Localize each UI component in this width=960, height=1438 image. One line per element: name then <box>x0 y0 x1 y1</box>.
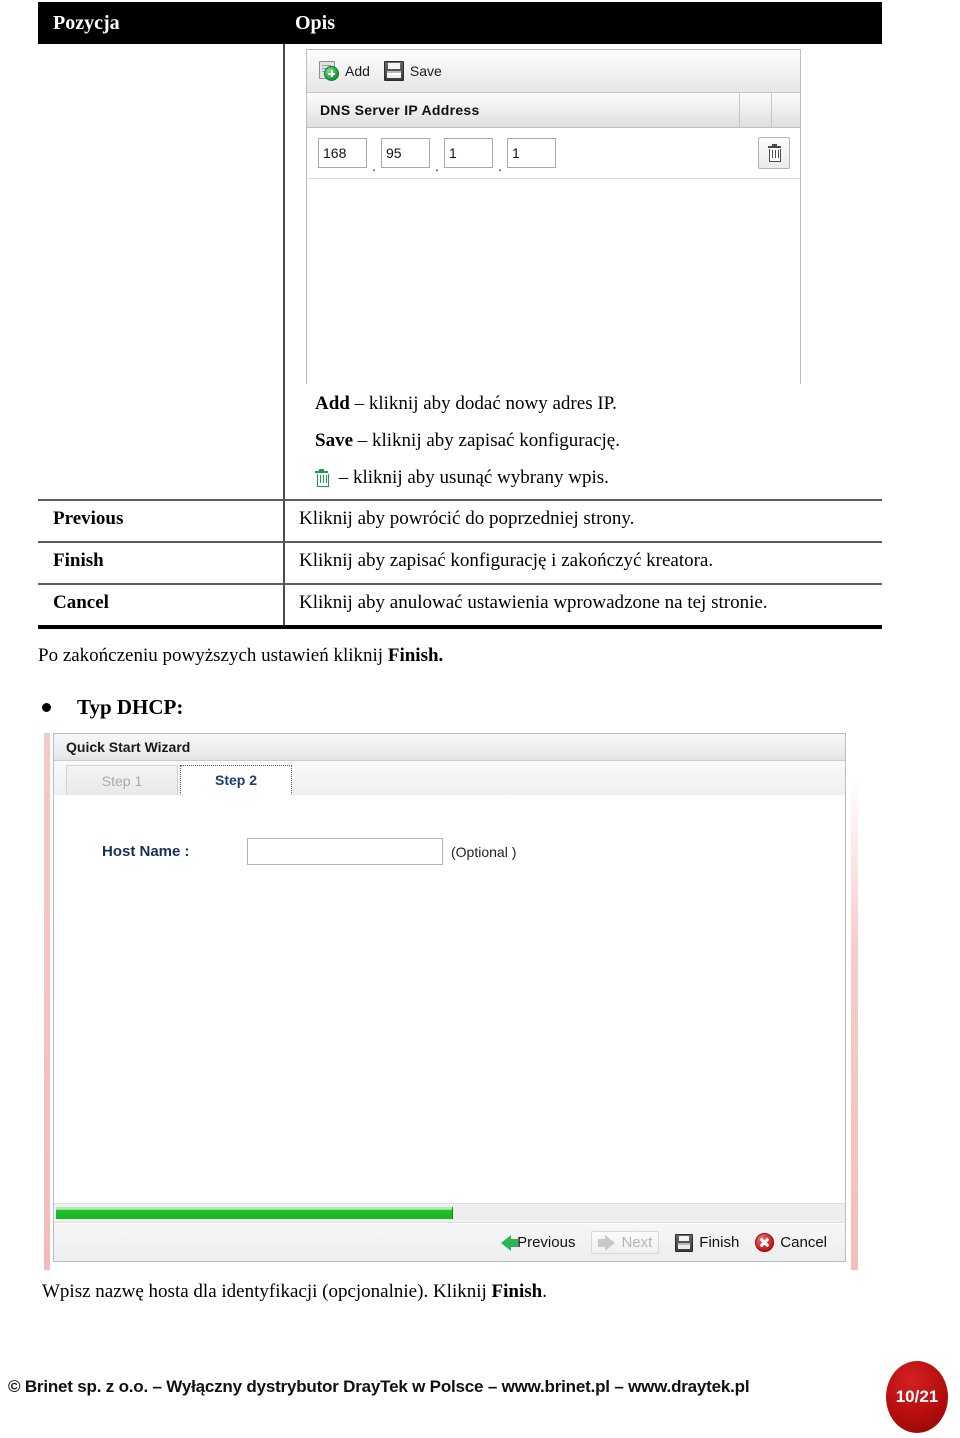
trash-icon <box>767 143 781 162</box>
arrow-right-icon <box>598 1234 616 1251</box>
save-button-label: Save <box>409 63 442 79</box>
tab-step-2-label: Step 2 <box>214 772 257 788</box>
wizard-progress-area <box>54 1203 845 1223</box>
progress-bar-fill <box>56 1207 453 1219</box>
wizard-tabs: Step 1 Step 2 <box>54 761 845 796</box>
desc-bold-save: Save <box>315 430 353 451</box>
bullet-typ-dhcp: Typ DHCP: <box>42 695 183 720</box>
footer-copyright: © Brinet sp. z o.o. – Wyłączny dystrybut… <box>8 1377 750 1396</box>
finish-button[interactable]: Finish <box>675 1233 740 1252</box>
save-button[interactable]: Save <box>383 61 442 81</box>
table-cell-item-cancel: Cancel <box>53 592 109 613</box>
desc-line-delete: – kliknij aby usunąć wybrany wpis. <box>299 459 882 499</box>
closing-note-bold: Finish <box>491 1281 543 1302</box>
host-name-optional-hint: (Optional ) <box>451 843 517 860</box>
table-cell-desc-previous: Kliknij aby powrócić do poprzedniej stro… <box>299 508 635 529</box>
page-number-badge: 10/21 <box>886 1361 948 1433</box>
table-bottom-border <box>38 625 882 629</box>
add-button[interactable]: Add <box>319 61 370 81</box>
table-row: Finish Kliknij aby zapisać konfigurację … <box>38 543 882 583</box>
desc-rest-save: – kliknij aby zapisać konfigurację. <box>353 430 620 451</box>
cancel-circle-icon <box>755 1233 775 1252</box>
delete-entry-button[interactable] <box>758 137 790 169</box>
ip-octet-4-input[interactable]: 1 <box>507 138 556 168</box>
tab-step-1-label: Step 1 <box>101 772 143 789</box>
closing-note: Wpisz nazwę hosta dla identyfikacji (opc… <box>42 1281 547 1303</box>
closing-note-text: Wpisz nazwę hosta dla identyfikacji (opc… <box>42 1281 492 1302</box>
after-table-note: Po zakończeniu powyższych ustawień klikn… <box>38 645 443 667</box>
desc-rest-add: – kliknij aby dodać nowy adres IP. <box>349 393 617 414</box>
desc-rest-delete: – kliknij aby usunąć wybrany wpis. <box>334 467 609 488</box>
row1-text-block: Add – kliknij aby dodać nowy adres IP. S… <box>299 385 882 499</box>
cancel-button[interactable]: Cancel <box>755 1233 827 1252</box>
host-name-row: Host Name : (Optional ) <box>102 838 516 865</box>
table-cell-item <box>38 44 283 385</box>
ip-octet-3-input[interactable]: 1 <box>444 138 493 168</box>
host-name-label: Host Name : <box>102 843 190 860</box>
document-page: Pozycja Opis Add – kliknij aby dodać now… <box>0 0 960 1438</box>
dns-entry-row: 168 . 95 . 1 . 1 <box>307 128 800 179</box>
add-button-label: Add <box>345 63 370 79</box>
closing-note-tail: . <box>542 1281 547 1302</box>
table-cell-item-previous: Previous <box>53 508 124 529</box>
table-row: Previous Kliknij aby powrócić do poprzed… <box>38 501 882 541</box>
dns-server-panel: Add Save DNS Server IP Address 168 . 95 … <box>306 49 801 386</box>
desc-line-add: Add – kliknij aby dodać nowy adres IP. <box>299 385 882 422</box>
desc-line-save: Save – kliknij aby zapisać konfigurację. <box>299 422 882 459</box>
previous-button[interactable]: Previous <box>501 1234 575 1251</box>
desc-bold-add: Add <box>315 393 350 414</box>
cancel-button-label: Cancel <box>780 1234 827 1251</box>
after-table-note-text: Po zakończeniu powyższych ustawień klikn… <box>38 645 388 666</box>
ip-octet-1-input[interactable]: 168 <box>318 138 367 168</box>
arrow-left-icon <box>501 1234 519 1251</box>
floppy-disk-icon <box>383 61 404 81</box>
table-header-row: Pozycja Opis <box>38 2 882 44</box>
table-header-opis: Opis <box>295 11 336 34</box>
bullet-label: Typ DHCP: <box>77 695 184 719</box>
page-number: 10/21 <box>895 1387 939 1406</box>
finish-button-label: Finish <box>699 1234 740 1251</box>
quick-start-wizard-screenshot: Quick Start Wizard Step 1 Step 2 Host Na… <box>44 733 858 1270</box>
panel-left-edge <box>44 733 50 1270</box>
next-button-label: Next <box>621 1234 653 1251</box>
dns-toolbar: Add Save <box>307 50 800 93</box>
table-cell-desc-finish: Kliknij aby zapisać konfigurację i zakoń… <box>299 550 714 571</box>
ip-separator: . <box>372 158 376 174</box>
wizard-window: Quick Start Wizard Step 1 Step 2 Host Na… <box>53 733 846 1262</box>
dns-column-header: DNS Server IP Address <box>307 93 800 128</box>
column-separator <box>739 93 740 127</box>
progress-bar-track <box>54 1206 845 1220</box>
next-button[interactable]: Next <box>591 1231 660 1254</box>
table-header-pozycja: Pozycja <box>53 11 120 34</box>
floppy-disk-icon <box>675 1233 694 1252</box>
ip-separator: . <box>498 158 502 174</box>
ip-separator: . <box>435 158 439 174</box>
trash-icon <box>315 462 329 499</box>
wizard-title-bar: Quick Start Wizard <box>54 734 845 761</box>
wizard-title: Quick Start Wizard <box>66 739 191 755</box>
table-row: Cancel Kliknij aby anulować ustawienia w… <box>38 585 882 625</box>
bullet-dot-icon <box>42 703 51 712</box>
after-table-note-bold: Finish. <box>387 645 444 666</box>
ip-octet-2-input[interactable]: 95 <box>381 138 430 168</box>
dns-empty-area <box>307 179 800 386</box>
host-name-input[interactable] <box>247 838 443 865</box>
tab-step-1[interactable]: Step 1 <box>66 765 178 795</box>
tab-step-2[interactable]: Step 2 <box>180 765 292 795</box>
dns-column-title: DNS Server IP Address <box>320 102 480 118</box>
wizard-body: Host Name : (Optional ) <box>54 795 845 1205</box>
wizard-button-bar: Previous Next Finish Cancel <box>54 1224 845 1261</box>
add-icon <box>319 61 339 81</box>
panel-right-edge <box>851 733 858 1270</box>
column-separator <box>771 93 772 127</box>
table-cell-item-finish: Finish <box>53 550 104 571</box>
table-cell-desc-cancel: Kliknij aby anulować ustawienia wprowadz… <box>299 592 768 613</box>
previous-button-label: Previous <box>517 1234 576 1251</box>
